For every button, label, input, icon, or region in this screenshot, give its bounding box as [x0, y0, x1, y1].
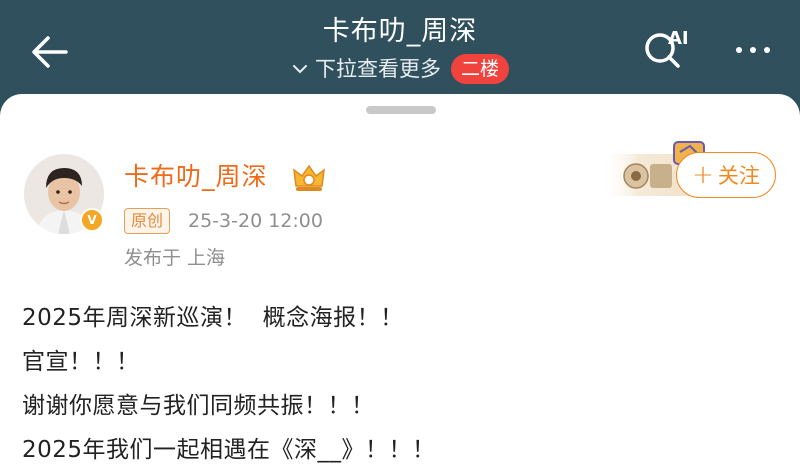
post-line: 2025年周深新巡演！ 概念海报！！	[22, 305, 404, 331]
drag-handle[interactable]	[366, 106, 436, 114]
more-button[interactable]	[725, 30, 781, 70]
post-content: 2025年周深新巡演！ 概念海报！！ 官宣！！！ 谢谢你愿意与我们同频共振！！！…	[22, 296, 782, 472]
post-line: 谢谢你愿意与我们同频共振！！！	[22, 393, 375, 419]
pull-down-hint[interactable]: 下拉查看更多 二楼	[200, 54, 600, 84]
post-location: 发布于 上海	[124, 247, 226, 269]
verified-icon: V	[80, 208, 104, 232]
floor-badge: 二楼	[450, 54, 509, 84]
ai-label: AI	[668, 28, 689, 49]
ai-search-button[interactable]: AI	[638, 22, 698, 74]
chevron-down-icon	[292, 65, 307, 74]
post-line: 2025年我们一起相遇在《深__》！！！	[22, 437, 436, 463]
post-time: 25-3-20 12:00	[188, 210, 323, 232]
follow-button[interactable]: + 关注	[676, 152, 776, 198]
author-name[interactable]: 卡布叻_周深	[124, 160, 268, 194]
post-line: 官宣！！！	[22, 349, 140, 375]
back-button[interactable]	[22, 24, 78, 80]
ai-search-icon: AI	[645, 28, 689, 68]
top-navigation-bar: 卡布叻_周深 下拉查看更多 二楼 AI	[0, 0, 800, 96]
page-title: 卡布叻_周深	[322, 16, 478, 47]
follow-label: 关注	[717, 164, 760, 188]
plus-icon: +	[692, 160, 714, 190]
more-icon-dot	[764, 47, 770, 53]
pull-down-hint-text: 下拉查看更多	[314, 57, 441, 81]
back-arrow-icon	[32, 36, 68, 68]
post-card: V 卡布叻_周深 原创 25-3-20 12:00 发布于 上海 + 关注 20…	[0, 94, 800, 472]
more-icon-dot	[750, 47, 756, 53]
more-icon	[736, 47, 742, 53]
header-title-area: 卡布叻_周深 下拉查看更多 二楼	[200, 14, 600, 84]
crown-icon	[293, 164, 325, 191]
original-tag: 原创	[124, 208, 171, 234]
